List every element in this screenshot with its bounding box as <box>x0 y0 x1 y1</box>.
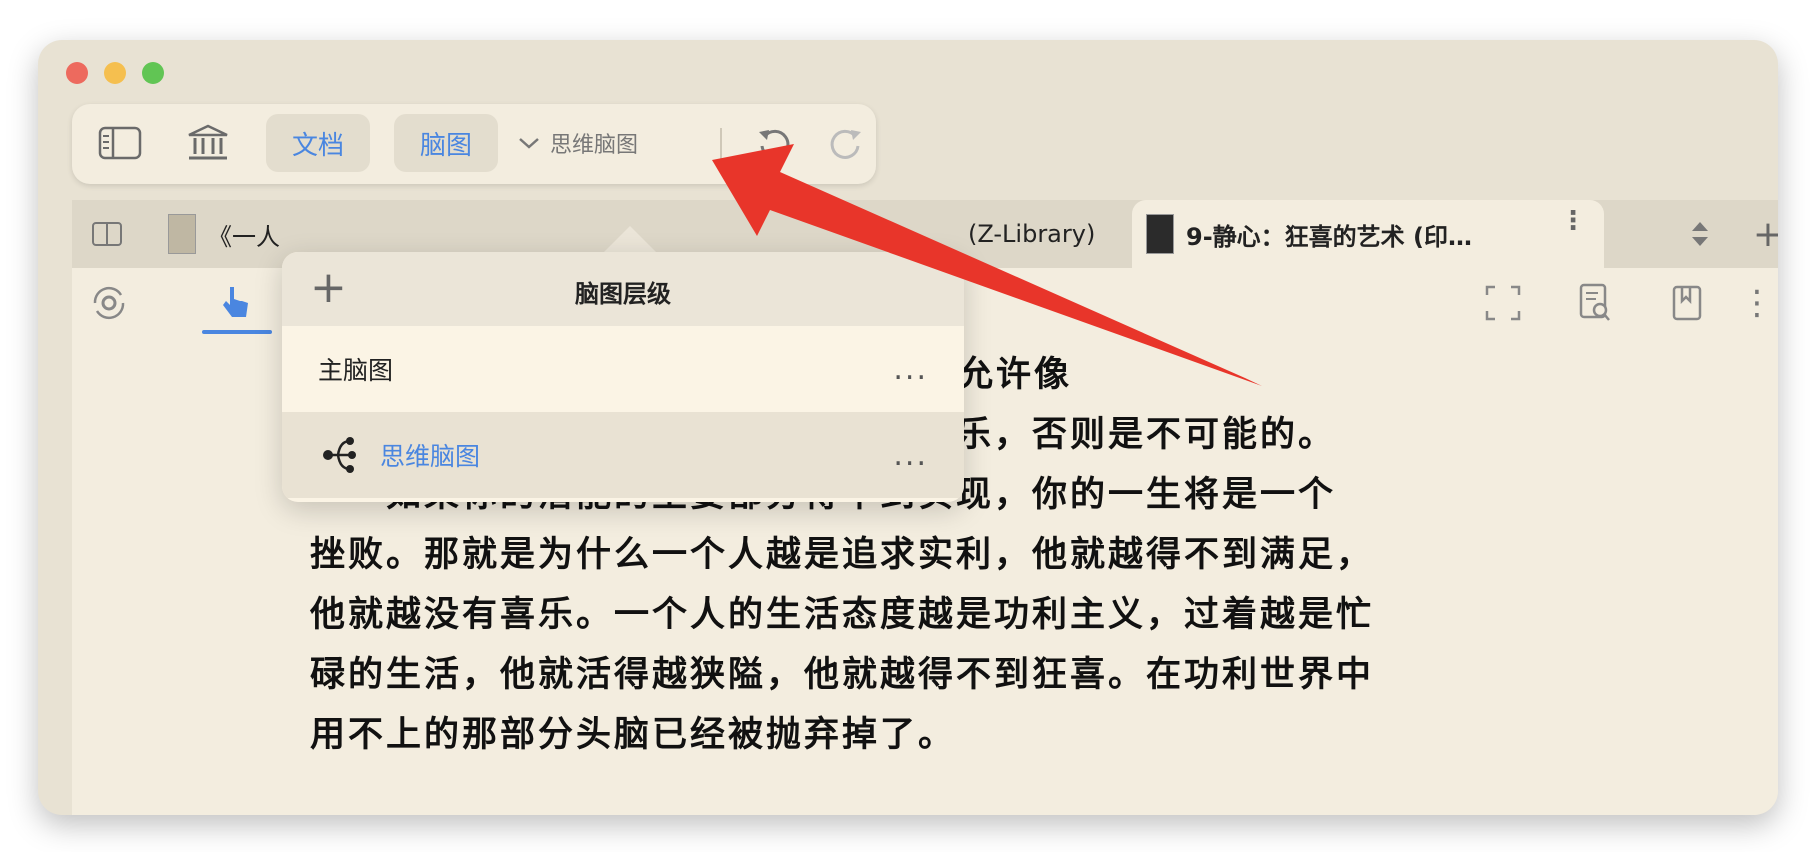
zoom-window-button[interactable] <box>142 62 164 84</box>
text-line: 用不上的那部分头脑已经被抛弃掉了。 <box>310 714 957 755</box>
close-window-button[interactable] <box>66 62 88 84</box>
app-window: 文档 脑图 思维脑图 《一人 (Z-Library) 9-静心：狂喜的艺术 (印… <box>38 40 1778 815</box>
window-controls <box>66 62 164 84</box>
list-item-thinking-mindmap[interactable]: 思维脑图 ... <box>282 412 964 498</box>
book-cover-thumbnail <box>168 214 196 254</box>
text-line: 挫败。那就是为什么一个人越是追求实利，他就越得不到满足， <box>310 534 1375 575</box>
sidebar-icon <box>98 126 142 160</box>
split-view-icon <box>92 222 122 246</box>
chevron-down-icon <box>519 138 539 149</box>
more-options-icon[interactable]: ... <box>893 438 928 473</box>
mindmap-dropdown[interactable]: 思维脑图 <box>518 114 638 172</box>
text-line: 他就越没有喜乐。一个人的生活态度越是功利主义，过着越是忙 <box>310 594 1375 635</box>
library-button[interactable] <box>182 114 234 172</box>
list-item-main-mindmap[interactable]: 主脑图 ... <box>282 326 964 412</box>
bookmark-button[interactable] <box>1664 280 1710 326</box>
mindmap-level-popover: + 脑图层级 主脑图 ... 思维脑图 ... <box>282 252 964 502</box>
tab-more-icon[interactable]: ⋮ <box>1560 208 1586 234</box>
mindmap-mode-button[interactable]: 脑图 <box>394 114 498 172</box>
redo-icon <box>830 129 861 159</box>
tab-label: (Z-Library) <box>968 220 1096 248</box>
tab-book-active[interactable]: 9-静心：狂喜的艺术 (印… ⋮ <box>1132 200 1604 268</box>
library-icon <box>188 124 228 160</box>
sort-arrows-icon <box>1692 222 1708 246</box>
main-toolbar: 文档 脑图 思维脑图 <box>72 104 876 184</box>
plus-icon: + <box>1752 213 1778 255</box>
list-item-label: 思维脑图 <box>380 442 481 471</box>
search-document-button[interactable] <box>1572 280 1618 326</box>
active-tool-indicator <box>202 330 272 334</box>
pointer-tool-button[interactable] <box>212 280 258 326</box>
document-search-icon <box>1579 283 1610 321</box>
tab-label: 9-静心：狂喜的艺术 (印… <box>1186 222 1472 251</box>
popover-title: 脑图层级 <box>575 280 671 308</box>
undo-icon <box>759 129 790 159</box>
fullscreen-button[interactable] <box>1480 280 1526 326</box>
split-view-button[interactable] <box>82 200 132 268</box>
sync-gear-icon <box>93 286 125 320</box>
book-cover-thumbnail <box>1146 214 1174 254</box>
document-mode-button[interactable]: 文档 <box>266 114 370 172</box>
mindmap-dropdown-label: 思维脑图 <box>550 133 639 158</box>
popover-arrow <box>604 226 656 252</box>
list-item-label: 主脑图 <box>318 356 394 385</box>
hand-pointer-icon <box>223 287 248 317</box>
undo-button[interactable] <box>750 114 798 172</box>
toolbar-divider <box>720 128 722 160</box>
sidebar-toggle-button[interactable] <box>94 114 146 172</box>
new-tab-button[interactable]: + <box>1748 200 1778 268</box>
tab-label: 《一人 <box>208 222 280 251</box>
sync-settings-button[interactable] <box>86 280 132 326</box>
text-line: 碌的生活，他就活得越狭隘，他就越得不到狂喜。在功利世界中 <box>310 654 1375 695</box>
more-options-icon[interactable]: ... <box>893 352 928 387</box>
mindmap-icon <box>323 437 356 473</box>
tab-sort-button[interactable] <box>1680 200 1720 268</box>
more-options-icon[interactable]: ⋮ <box>1734 280 1778 326</box>
minimize-window-button[interactable] <box>104 62 126 84</box>
bookmark-icon <box>1672 285 1702 321</box>
redo-button[interactable] <box>822 114 870 172</box>
popover-header: + 脑图层级 <box>282 252 964 327</box>
fullscreen-icon <box>1485 285 1521 321</box>
